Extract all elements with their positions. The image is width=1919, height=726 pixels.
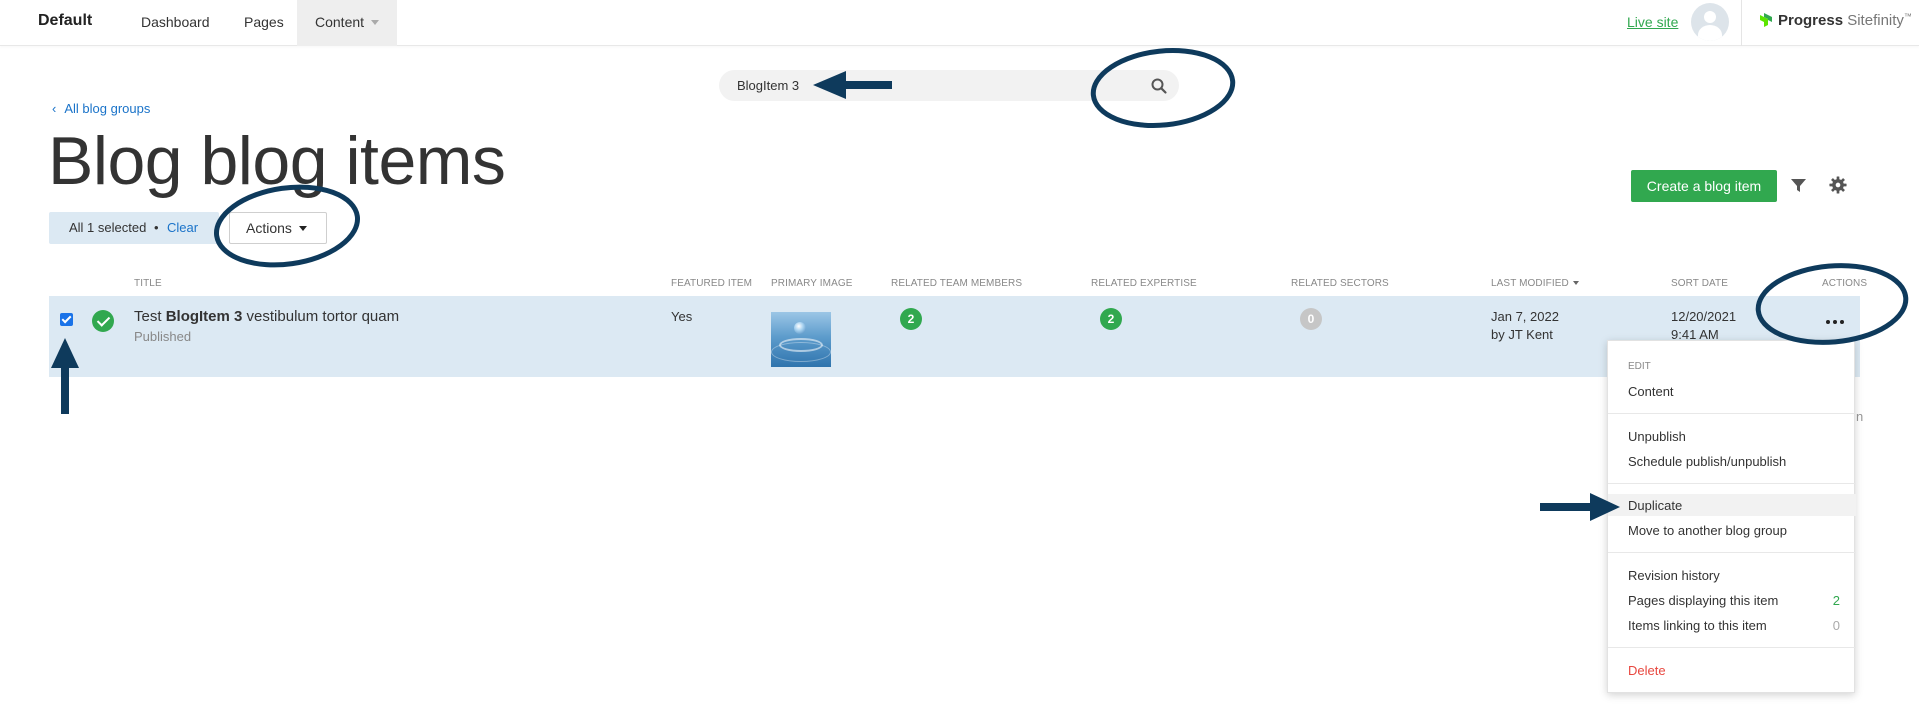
item-status: Published (134, 329, 192, 344)
more-actions-icon[interactable] (1824, 316, 1848, 328)
menu-item-move[interactable]: Move to another blog group (1628, 523, 1840, 538)
sort-date: 12/20/2021 (1671, 309, 1737, 324)
item-title-prefix: Test (134, 308, 166, 325)
search-box[interactable] (719, 70, 1179, 101)
divider (1741, 0, 1742, 46)
column-header-team-members: RELATED TEAM MEMBERS (891, 278, 1023, 289)
team-members-count-badge[interactable]: 2 (900, 308, 922, 330)
column-header-sectors: RELATED SECTORS (1291, 278, 1389, 289)
pages-displaying-count: 2 (1832, 593, 1840, 608)
menu-section-edit: EDIT (1628, 361, 1651, 372)
nav-dashboard[interactable]: Dashboard (141, 14, 210, 30)
logo-trademark: ™ (1903, 12, 1912, 21)
site-name[interactable]: Default (38, 12, 92, 30)
items-linking-label: Items linking to this item (1628, 618, 1767, 633)
menu-item-revision-history[interactable]: Revision history (1628, 568, 1840, 583)
selection-separator: • (154, 220, 159, 235)
menu-divider (1608, 413, 1856, 414)
selection-summary: All 1 selected • Clear (49, 212, 219, 244)
sectors-count-badge[interactable]: 0 (1300, 308, 1322, 330)
create-blog-item-button[interactable]: Create a blog item (1631, 170, 1777, 202)
logo-product: Sitefinity (1847, 12, 1904, 29)
featured-value: Yes (671, 309, 693, 324)
clear-selection-link[interactable]: Clear (167, 212, 198, 244)
page-title: Blog blog items (48, 123, 506, 199)
primary-image-thumbnail[interactable] (771, 312, 831, 367)
search-input[interactable] (737, 70, 1117, 101)
menu-item-schedule[interactable]: Schedule publish/unpublish (1628, 454, 1840, 469)
published-check-icon (92, 310, 114, 332)
column-header-featured: FEATURED ITEM (671, 278, 753, 289)
filter-icon[interactable] (1790, 177, 1807, 194)
menu-item-content[interactable]: Content (1628, 384, 1840, 399)
bulk-actions-button[interactable]: Actions (229, 212, 327, 244)
nav-pages[interactable]: Pages (244, 14, 284, 30)
selection-text: All 1 selected (69, 220, 147, 235)
menu-divider (1608, 647, 1856, 648)
expertise-count-badge[interactable]: 2 (1100, 308, 1122, 330)
items-linking-count: 0 (1832, 618, 1840, 633)
annotation-arrow-duplicate (1540, 503, 1596, 511)
menu-item-pages-displaying[interactable]: Pages displaying this item 2 (1628, 593, 1840, 608)
chevron-down-icon (371, 20, 379, 25)
progress-logo-icon (1760, 13, 1772, 27)
menu-item-duplicate[interactable]: Duplicate (1628, 498, 1840, 513)
menu-item-items-linking[interactable]: Items linking to this item 0 (1628, 618, 1840, 633)
column-header-actions: ACTIONS (1822, 278, 1868, 289)
item-title-suffix: vestibulum tortor quam (242, 308, 400, 325)
gear-icon[interactable] (1829, 176, 1847, 194)
menu-item-unpublish[interactable]: Unpublish (1628, 429, 1840, 444)
pages-displaying-label: Pages displaying this item (1628, 593, 1779, 608)
menu-divider (1608, 552, 1856, 553)
back-link-label: All blog groups (64, 101, 151, 116)
item-title-link[interactable]: Test BlogItem 3 vestibulum tortor quam (134, 308, 399, 325)
bulk-actions-label: Actions (246, 220, 292, 236)
caret-down-icon (299, 226, 307, 231)
logo-brand: Progress (1778, 12, 1844, 29)
row-actions-menu: EDIT Content Unpublish Schedule publish/… (1607, 340, 1856, 693)
menu-item-delete[interactable]: Delete (1628, 663, 1840, 678)
top-navigation: Default Dashboard Pages Content Live sit… (0, 0, 1919, 46)
item-title-highlight: BlogItem 3 (165, 308, 243, 325)
last-modified-cell: Jan 7, 2022 by JT Kent (1491, 308, 1559, 344)
live-site-link[interactable]: Live site (1627, 14, 1678, 30)
column-header-last-modified[interactable]: LAST MODIFIED (1491, 278, 1579, 289)
column-header-last-modified-label: LAST MODIFIED (1491, 278, 1569, 289)
avatar[interactable] (1691, 3, 1729, 41)
menu-divider (1608, 483, 1856, 484)
chevron-left-icon: ‹ (52, 101, 57, 116)
sort-date-cell: 12/20/2021 9:41 AM (1671, 308, 1736, 344)
nav-content-label: Content (315, 14, 365, 30)
column-header-primary-image: PRIMARY IMAGE (771, 278, 853, 289)
nav-content[interactable]: Content (297, 0, 397, 46)
column-header-expertise: RELATED EXPERTISE (1091, 278, 1197, 289)
sort-down-icon (1572, 281, 1579, 285)
partial-text: n (1856, 409, 1864, 424)
back-link[interactable]: ‹ All blog groups (52, 101, 150, 116)
last-modified-date: Jan 7, 2022 (1491, 309, 1559, 324)
row-checkbox[interactable] (60, 313, 73, 326)
column-header-title[interactable]: TITLE (134, 278, 162, 289)
column-header-sort-date[interactable]: SORT DATE (1671, 278, 1728, 289)
search-icon[interactable] (1150, 77, 1168, 95)
last-modified-by: by JT Kent (1491, 327, 1553, 342)
